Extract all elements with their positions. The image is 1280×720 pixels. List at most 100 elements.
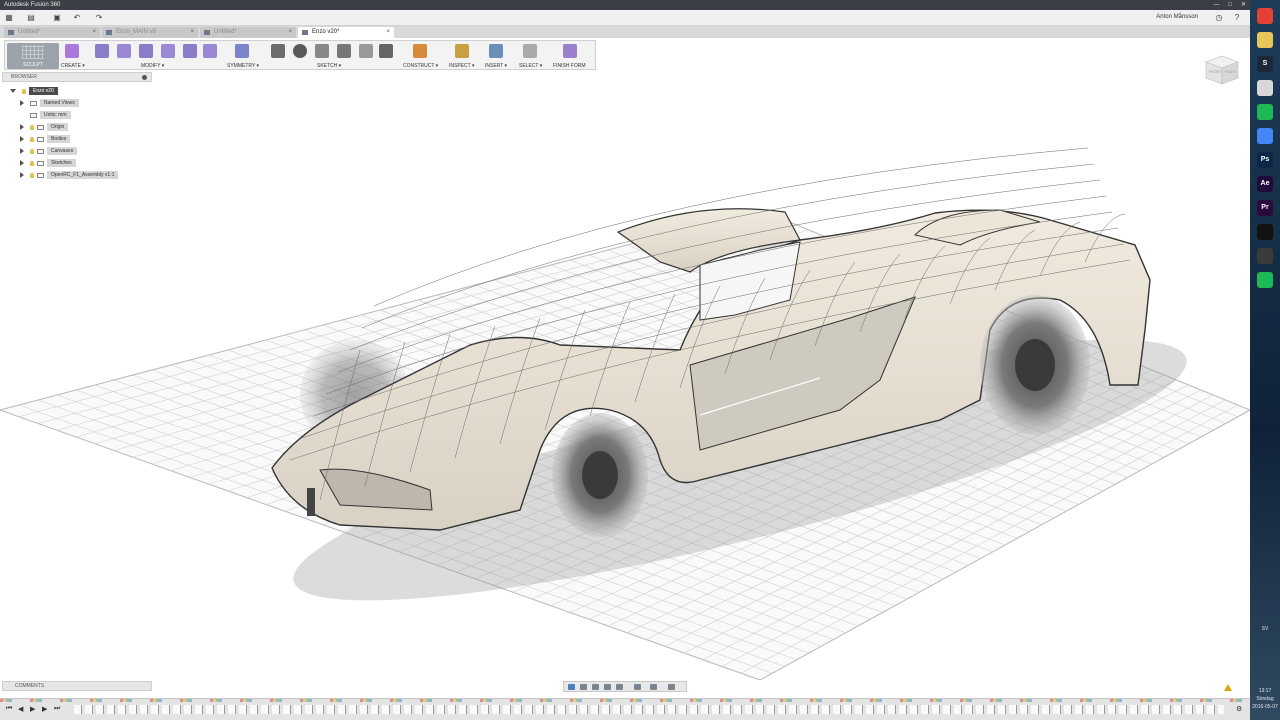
subdivide-icon[interactable]: [139, 44, 153, 58]
insert-image-icon[interactable]: [489, 44, 503, 58]
undo-icon[interactable]: ↶: [72, 13, 82, 23]
apps-grid-icon[interactable]: ▦: [4, 13, 14, 23]
close-tab-icon[interactable]: ×: [288, 27, 292, 38]
notepad-icon[interactable]: [1257, 80, 1273, 96]
3d-viewport-canvas[interactable]: [0, 70, 1250, 680]
insert-point-icon[interactable]: [161, 44, 175, 58]
user-account-menu[interactable]: Anton Månsson: [1156, 14, 1198, 20]
bulb-icon[interactable]: [1257, 248, 1273, 264]
sketch-menu[interactable]: SKETCH ▾: [317, 63, 341, 69]
browser-item-canvases[interactable]: Canvases: [20, 146, 78, 156]
timeline-feature-steps[interactable]: [74, 705, 1224, 714]
browser-item-origin[interactable]: Origin: [20, 122, 69, 132]
close-tab-icon[interactable]: ×: [386, 27, 390, 38]
browser-root[interactable]: Enzo v20: [10, 86, 58, 96]
timeline-start-icon[interactable]: ⏮: [6, 705, 12, 713]
visibility-bulb-icon[interactable]: [30, 172, 34, 178]
bridge-icon[interactable]: [203, 44, 217, 58]
sketch-fillet-icon[interactable]: [379, 44, 393, 58]
create-menu[interactable]: CREATE ▾: [61, 63, 85, 69]
language-indicator[interactable]: SV: [1250, 626, 1280, 632]
file-menu-icon[interactable]: ▤: [26, 13, 36, 23]
terminal-icon[interactable]: [1257, 224, 1273, 240]
display-settings-icon[interactable]: [634, 684, 641, 690]
viewcube[interactable]: FRONT RIGHT: [1204, 50, 1240, 86]
visibility-bulb-icon[interactable]: [30, 148, 34, 154]
merge-edge-icon[interactable]: [183, 44, 197, 58]
expand-icon[interactable]: [20, 160, 24, 166]
maximize-icon[interactable]: □: [1228, 0, 1232, 10]
select-menu[interactable]: SELECT ▾: [519, 63, 542, 69]
measure-icon[interactable]: [455, 44, 469, 58]
expand-icon[interactable]: [20, 148, 24, 154]
modify-menu[interactable]: MODIFY ▾: [141, 63, 164, 69]
tab-enzo-main[interactable]: Enzo_MAIN v8 ×: [102, 27, 198, 38]
insert-edge-icon[interactable]: [117, 44, 131, 58]
insert-menu[interactable]: INSERT ▾: [485, 63, 507, 69]
tab-enzo-v20[interactable]: Enzo v20* ×: [298, 27, 394, 38]
grid-settings-icon[interactable]: [650, 684, 657, 690]
save-icon[interactable]: ▣: [52, 13, 62, 23]
job-status-icon[interactable]: ◷: [1214, 13, 1224, 23]
pan-icon[interactable]: [592, 684, 599, 690]
after-effects-icon[interactable]: Ae: [1257, 176, 1273, 192]
tab-untitled-1[interactable]: Untitled* ×: [4, 27, 100, 38]
workspace-switcher[interactable]: SCULPT: [7, 43, 59, 69]
browser-item-sketches[interactable]: Sketches: [20, 158, 76, 168]
select-icon[interactable]: [523, 44, 537, 58]
comments-panel[interactable]: COMMENTS: [2, 681, 152, 691]
visibility-bulb-icon[interactable]: [22, 88, 26, 94]
timeline-back-icon[interactable]: ◀: [18, 705, 23, 713]
folder-icon[interactable]: [1257, 32, 1273, 48]
close-icon[interactable]: ✕: [1241, 0, 1246, 10]
close-tab-icon[interactable]: ×: [92, 27, 96, 38]
expand-icon[interactable]: [20, 136, 24, 142]
construct-plane-icon[interactable]: [413, 44, 427, 58]
construct-menu[interactable]: CONSTRUCT ▾: [403, 63, 438, 69]
browser-item-named-views[interactable]: Named Views: [20, 98, 79, 108]
viewports-icon[interactable]: [668, 684, 675, 690]
tab-untitled-2[interactable]: Untitled* ×: [200, 27, 296, 38]
expand-icon[interactable]: [20, 100, 24, 106]
steam-icon[interactable]: S: [1257, 56, 1273, 72]
browser-header[interactable]: BROWSER: [2, 72, 152, 82]
pin-icon[interactable]: [142, 75, 147, 80]
sketch-mirror-icon[interactable]: [359, 44, 373, 58]
timeline-settings-icon[interactable]: ⚙: [1236, 705, 1242, 713]
browser-item-units[interactable]: Units: mm: [30, 110, 71, 120]
inspect-menu[interactable]: INSPECT ▾: [449, 63, 474, 69]
create-box-icon[interactable]: [65, 44, 79, 58]
visibility-bulb-icon[interactable]: [30, 160, 34, 166]
warning-icon[interactable]: [1224, 684, 1232, 691]
minimize-icon[interactable]: —: [1213, 0, 1219, 10]
timeline-end-icon[interactable]: ⏭: [54, 705, 60, 713]
symmetry-menu[interactable]: SYMMETRY ▾: [227, 63, 259, 69]
visibility-bulb-icon[interactable]: [30, 136, 34, 142]
chrome-icon-2[interactable]: [1257, 128, 1273, 144]
look-at-icon[interactable]: [580, 684, 587, 690]
close-tab-icon[interactable]: ×: [190, 27, 194, 38]
photoshop-icon[interactable]: Ps: [1257, 152, 1273, 168]
sketch-line-icon[interactable]: [271, 44, 285, 58]
clock-time[interactable]: 13:17: [1250, 688, 1280, 694]
browser-item-assembly[interactable]: OpenRC_F1_Assembly v1:1: [20, 170, 119, 180]
spotify-icon[interactable]: [1257, 104, 1273, 120]
help-icon[interactable]: ?: [1232, 13, 1242, 23]
mirror-icon[interactable]: [235, 44, 249, 58]
finish-form-icon[interactable]: [563, 44, 577, 58]
collapse-icon[interactable]: [10, 89, 16, 93]
browser-item-bodies[interactable]: Bodies: [20, 134, 71, 144]
fit-icon[interactable]: [616, 684, 623, 690]
chrome-icon[interactable]: [1257, 8, 1273, 24]
premiere-icon[interactable]: Pr: [1257, 200, 1273, 216]
orbit-icon[interactable]: [568, 684, 575, 690]
zoom-icon[interactable]: [604, 684, 611, 690]
viewcube-right-face[interactable]: RIGHT: [1225, 70, 1237, 74]
timeline-play-icon[interactable]: ▶: [30, 705, 35, 713]
viewcube-front-face[interactable]: FRONT: [1209, 70, 1222, 74]
expand-icon[interactable]: [20, 124, 24, 130]
sketch-circle-icon[interactable]: [293, 44, 307, 58]
finish-form-button[interactable]: FINISH FORM: [553, 63, 586, 69]
spotify-icon-2[interactable]: [1257, 272, 1273, 288]
sketch-offset-icon[interactable]: [337, 44, 351, 58]
